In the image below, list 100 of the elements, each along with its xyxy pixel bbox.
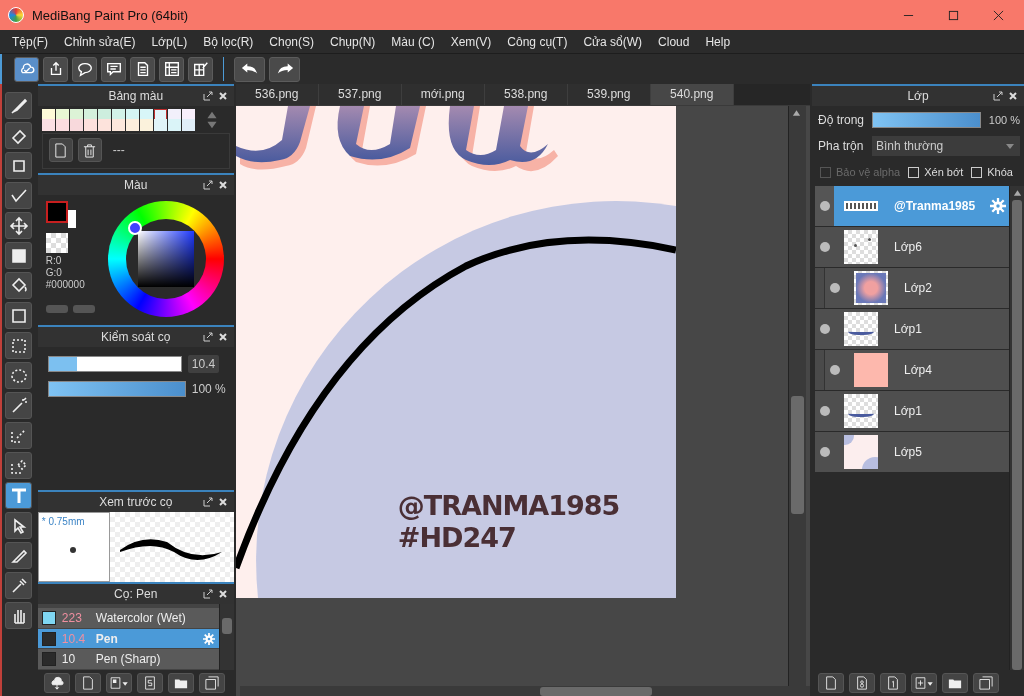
- menu-item[interactable]: Help: [697, 34, 739, 49]
- document-tab[interactable]: 538.png: [484, 84, 568, 105]
- visibility-icon[interactable]: [820, 201, 830, 211]
- bucket-tool-icon[interactable]: [5, 272, 33, 299]
- selectpen-tool-icon[interactable]: [5, 422, 33, 449]
- foreground-color-swatch[interactable]: [45, 201, 68, 223]
- transparent-swatch[interactable]: [45, 233, 68, 253]
- document-tab[interactable]: 536.png: [235, 84, 319, 105]
- background-color-swatch[interactable]: [67, 210, 76, 228]
- popout-icon[interactable]: [202, 332, 213, 342]
- selecteraser-tool-icon[interactable]: [5, 452, 33, 479]
- fill-tool-icon[interactable]: [5, 242, 33, 269]
- duplicate-icon[interactable]: [198, 673, 225, 693]
- wand-tool-icon[interactable]: [5, 392, 33, 419]
- brush-opacity-slider[interactable]: [47, 381, 186, 397]
- checkbox[interactable]: Xén bớt: [908, 166, 964, 178]
- gradient-tool-icon[interactable]: [5, 302, 33, 329]
- scroll-up-icon[interactable]: [1013, 189, 1022, 197]
- brush-size-field[interactable]: 10.4: [187, 355, 220, 373]
- popout-icon[interactable]: [202, 589, 213, 599]
- popout-icon[interactable]: [202, 497, 213, 507]
- layer-item[interactable]: Lớp2: [825, 268, 1009, 308]
- document-icon[interactable]: [130, 56, 155, 82]
- layer-item[interactable]: Lớp5: [815, 432, 1009, 472]
- cloud-icon[interactable]: [14, 56, 39, 82]
- 1bit-layer-icon[interactable]: [880, 673, 906, 693]
- duplicate-icon[interactable]: [973, 673, 999, 693]
- document-tab[interactable]: mới.png: [401, 84, 485, 105]
- color-mode-button[interactable]: [45, 305, 68, 313]
- brush-list-item[interactable]: 10 Pen (Sharp): [37, 649, 219, 670]
- trash-icon[interactable]: [77, 138, 102, 162]
- menu-item[interactable]: Cloud: [650, 34, 698, 49]
- new-layer-icon[interactable]: [818, 673, 844, 693]
- vertical-scrollbar[interactable]: [788, 106, 806, 686]
- layer-item[interactable]: Lớp1: [815, 309, 1009, 349]
- add-dropdown-icon[interactable]: [911, 673, 937, 693]
- menu-item[interactable]: Xem(V): [442, 34, 500, 49]
- menu-item[interactable]: Lớp(L): [143, 34, 196, 49]
- color-picker-button[interactable]: [72, 305, 95, 313]
- color-swatch[interactable]: [55, 119, 69, 131]
- color-swatch[interactable]: [97, 119, 111, 131]
- color-swatch[interactable]: [83, 119, 97, 131]
- move-tool-icon[interactable]: [5, 212, 33, 239]
- color-swatch[interactable]: [69, 119, 83, 131]
- visibility-icon[interactable]: [820, 406, 830, 416]
- color-swatch[interactable]: [167, 119, 181, 131]
- layer-opacity-slider[interactable]: [872, 112, 981, 128]
- bubble-icon[interactable]: [72, 56, 97, 82]
- cloud-download-icon[interactable]: [43, 673, 70, 693]
- grid-icon[interactable]: [188, 56, 213, 82]
- script-brush-icon[interactable]: [136, 673, 163, 693]
- hand-tool-icon[interactable]: [5, 602, 33, 629]
- visibility-icon[interactable]: [830, 365, 840, 375]
- operation-tool-icon[interactable]: [5, 512, 33, 539]
- visibility-icon[interactable]: [820, 447, 830, 457]
- list-icon[interactable]: [159, 56, 184, 82]
- visibility-icon[interactable]: [820, 242, 830, 252]
- scrollbar-thumb[interactable]: [791, 396, 804, 514]
- layer-item[interactable]: Lớp4: [825, 350, 1009, 390]
- menu-item[interactable]: Cửa sổ(W): [575, 34, 651, 49]
- menu-item[interactable]: Màu (C): [383, 34, 443, 49]
- close-icon[interactable]: [993, 9, 1004, 21]
- new-brush-icon[interactable]: [74, 673, 101, 693]
- color-swatch[interactable]: [139, 119, 153, 131]
- text-tool-icon[interactable]: [5, 482, 33, 509]
- 8bit-layer-icon[interactable]: [849, 673, 875, 693]
- polyline-tool-icon[interactable]: [5, 182, 33, 209]
- menu-item[interactable]: Tệp(F): [4, 34, 56, 49]
- shape-tool-icon[interactable]: [5, 152, 33, 179]
- visibility-icon[interactable]: [820, 324, 830, 334]
- menu-item[interactable]: Chụp(N): [322, 34, 384, 49]
- layer-item[interactable]: Lớp6: [815, 227, 1009, 267]
- scrollbar-thumb[interactable]: [539, 687, 652, 696]
- scrollbar-thumb[interactable]: [221, 618, 232, 634]
- document-tab[interactable]: 539.png: [567, 84, 651, 105]
- redo-icon[interactable]: [269, 56, 300, 82]
- color-swatch[interactable]: [125, 119, 139, 131]
- menu-item[interactable]: Chỉnh sửa(E): [56, 34, 144, 49]
- brush-list-item[interactable]: 223 Watercolor (Wet): [37, 608, 219, 629]
- visibility-icon[interactable]: [830, 283, 840, 293]
- caret-icon[interactable]: [1006, 143, 1014, 149]
- settings-icon[interactable]: [202, 632, 215, 645]
- document-tab[interactable]: 537.png: [318, 84, 402, 105]
- color-swatch[interactable]: [41, 119, 55, 131]
- horizontal-scrollbar[interactable]: [239, 686, 810, 696]
- menu-item[interactable]: Công cụ(T): [499, 34, 576, 49]
- popout-icon[interactable]: [202, 180, 213, 190]
- document-tab[interactable]: 540.png: [650, 84, 734, 105]
- scrollbar-thumb[interactable]: [1012, 200, 1022, 670]
- new-palette-icon[interactable]: [48, 138, 73, 162]
- comment-icon[interactable]: [101, 56, 126, 82]
- knife-tool-icon[interactable]: [5, 542, 33, 569]
- scroll-up-icon[interactable]: [792, 109, 801, 117]
- add-dropdown-icon[interactable]: [105, 673, 132, 693]
- popout-icon[interactable]: [202, 91, 213, 101]
- menu-item[interactable]: Bộ lọc(R): [195, 34, 262, 49]
- select-tool-icon[interactable]: [5, 332, 33, 359]
- checkbox[interactable]: Khóa: [971, 166, 1013, 178]
- blend-mode-dropdown[interactable]: Bình thường: [872, 136, 1020, 156]
- color-swatch[interactable]: [181, 119, 195, 131]
